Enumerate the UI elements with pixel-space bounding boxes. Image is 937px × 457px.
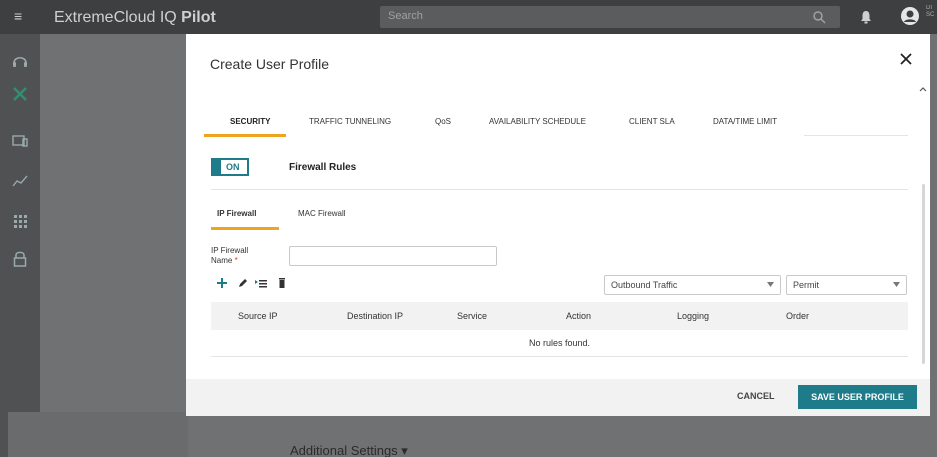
dialog-title: Create User Profile bbox=[210, 56, 330, 72]
column-header[interactable]: Destination IP bbox=[347, 311, 403, 321]
user-avatar-icon[interactable] bbox=[900, 6, 920, 26]
side-navigation bbox=[0, 34, 40, 457]
create-user-profile-dialog: Create User Profile SECURITY TRAFFIC TUN… bbox=[186, 34, 930, 416]
app-title-regular: ExtremeCloud IQ bbox=[54, 9, 177, 26]
column-header[interactable]: Action bbox=[566, 311, 591, 321]
chevron-down-icon bbox=[893, 282, 900, 287]
tab-data-time-limit[interactable]: DATA/TIME LIMIT bbox=[713, 117, 777, 126]
chevron-down-icon bbox=[767, 282, 774, 287]
column-header[interactable]: Logging bbox=[677, 311, 709, 321]
traffic-direction-select[interactable]: Outbound Traffic bbox=[604, 275, 781, 295]
apps-grid-icon[interactable] bbox=[10, 211, 30, 231]
cancel-button[interactable]: CANCEL bbox=[737, 391, 775, 401]
action-select[interactable]: Permit bbox=[786, 275, 907, 295]
subtab-ip-firewall[interactable]: IP Firewall bbox=[217, 209, 256, 218]
lock-icon[interactable] bbox=[10, 249, 30, 269]
toggle-knob bbox=[213, 160, 221, 174]
tab-qos[interactable]: QoS bbox=[435, 117, 451, 126]
action-value: Permit bbox=[793, 280, 820, 290]
scrollbar[interactable] bbox=[922, 184, 925, 364]
search-input[interactable]: Search bbox=[380, 6, 840, 28]
user-initials: DI SC bbox=[926, 5, 935, 18]
app-title-bold: Pilot bbox=[181, 9, 216, 26]
ip-firewall-name-input[interactable] bbox=[289, 246, 497, 266]
required-marker: * bbox=[234, 256, 238, 265]
tab-availability-schedule[interactable]: AVAILABILITY SCHEDULE bbox=[489, 117, 586, 126]
search-icon[interactable] bbox=[812, 10, 826, 24]
background-panel bbox=[8, 412, 188, 457]
column-header[interactable]: Source IP bbox=[238, 311, 278, 321]
edit-icon[interactable] bbox=[237, 277, 249, 289]
headset-icon[interactable] bbox=[10, 51, 30, 71]
tab-security[interactable]: SECURITY bbox=[230, 117, 270, 126]
active-tab-indicator bbox=[204, 134, 286, 137]
empty-table-message: No rules found. bbox=[528, 338, 591, 348]
tabs-divider bbox=[804, 135, 908, 136]
analytics-icon[interactable] bbox=[10, 171, 30, 191]
app-title: ExtremeCloud IQ Pilot bbox=[54, 9, 216, 27]
active-subtab-indicator bbox=[211, 227, 279, 230]
add-icon[interactable] bbox=[216, 277, 228, 289]
section-divider bbox=[211, 189, 908, 190]
devices-icon[interactable] bbox=[10, 131, 30, 151]
bell-icon[interactable] bbox=[860, 10, 872, 24]
scroll-up-icon[interactable] bbox=[919, 86, 927, 92]
additional-settings-link[interactable]: Additional Settings ▾ bbox=[290, 443, 408, 457]
firewall-rules-title: Firewall Rules bbox=[289, 162, 357, 173]
top-bar: ≡ ExtremeCloud IQ Pilot Search DI SC bbox=[0, 0, 937, 34]
traffic-direction-value: Outbound Traffic bbox=[611, 280, 678, 290]
hamburger-menu-icon[interactable]: ≡ bbox=[14, 9, 28, 23]
tab-client-sla[interactable]: CLIENT SLA bbox=[629, 117, 675, 126]
reorder-list-icon[interactable] bbox=[255, 277, 267, 289]
firewall-rules-toggle[interactable]: ON bbox=[211, 158, 249, 176]
dialog-footer: CANCEL SAVE USER PROFILE bbox=[186, 379, 930, 416]
ip-firewall-name-label: IP Firewall Name * bbox=[211, 246, 271, 266]
rules-table-header: Source IP Destination IP Service Action … bbox=[211, 302, 908, 330]
column-header[interactable]: Service bbox=[457, 311, 487, 321]
close-icon[interactable] bbox=[899, 52, 913, 66]
ip-firewall-name-label-text: IP Firewall Name bbox=[211, 246, 249, 265]
rules-table-body: No rules found. bbox=[211, 330, 908, 357]
column-header[interactable]: Order bbox=[786, 311, 809, 321]
delete-icon[interactable] bbox=[276, 277, 288, 289]
subtab-mac-firewall[interactable]: MAC Firewall bbox=[298, 209, 346, 218]
tools-icon[interactable] bbox=[10, 84, 30, 104]
save-user-profile-button[interactable]: SAVE USER PROFILE bbox=[798, 385, 917, 409]
tab-traffic-tunneling[interactable]: TRAFFIC TUNNELING bbox=[309, 117, 391, 126]
toggle-label: ON bbox=[226, 162, 240, 172]
